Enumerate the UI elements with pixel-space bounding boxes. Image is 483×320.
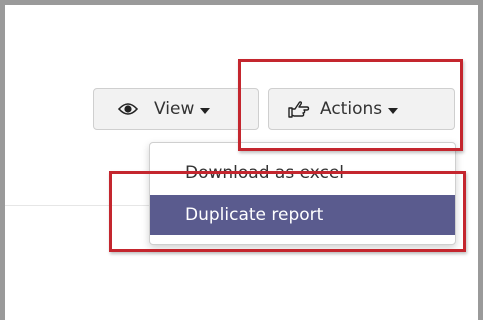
- eye-icon: [118, 102, 138, 116]
- view-button[interactable]: View: [93, 88, 259, 130]
- actions-button[interactable]: Actions: [268, 88, 455, 130]
- view-button-label: View: [154, 99, 195, 119]
- menu-item-duplicate-report[interactable]: Duplicate report: [150, 195, 455, 235]
- menu-item-label: Duplicate report: [185, 205, 324, 225]
- pointing-hand-icon: [286, 99, 310, 119]
- menu-item-download-excel[interactable]: Download as excel: [150, 160, 455, 186]
- content-divider: [5, 205, 150, 206]
- caret-down-icon: [388, 107, 399, 114]
- caret-down-icon: [200, 107, 211, 114]
- menu-item-label: Download as excel: [185, 163, 345, 183]
- actions-button-label: Actions: [320, 99, 383, 119]
- actions-dropdown-menu: Download as excel Duplicate report: [149, 142, 456, 245]
